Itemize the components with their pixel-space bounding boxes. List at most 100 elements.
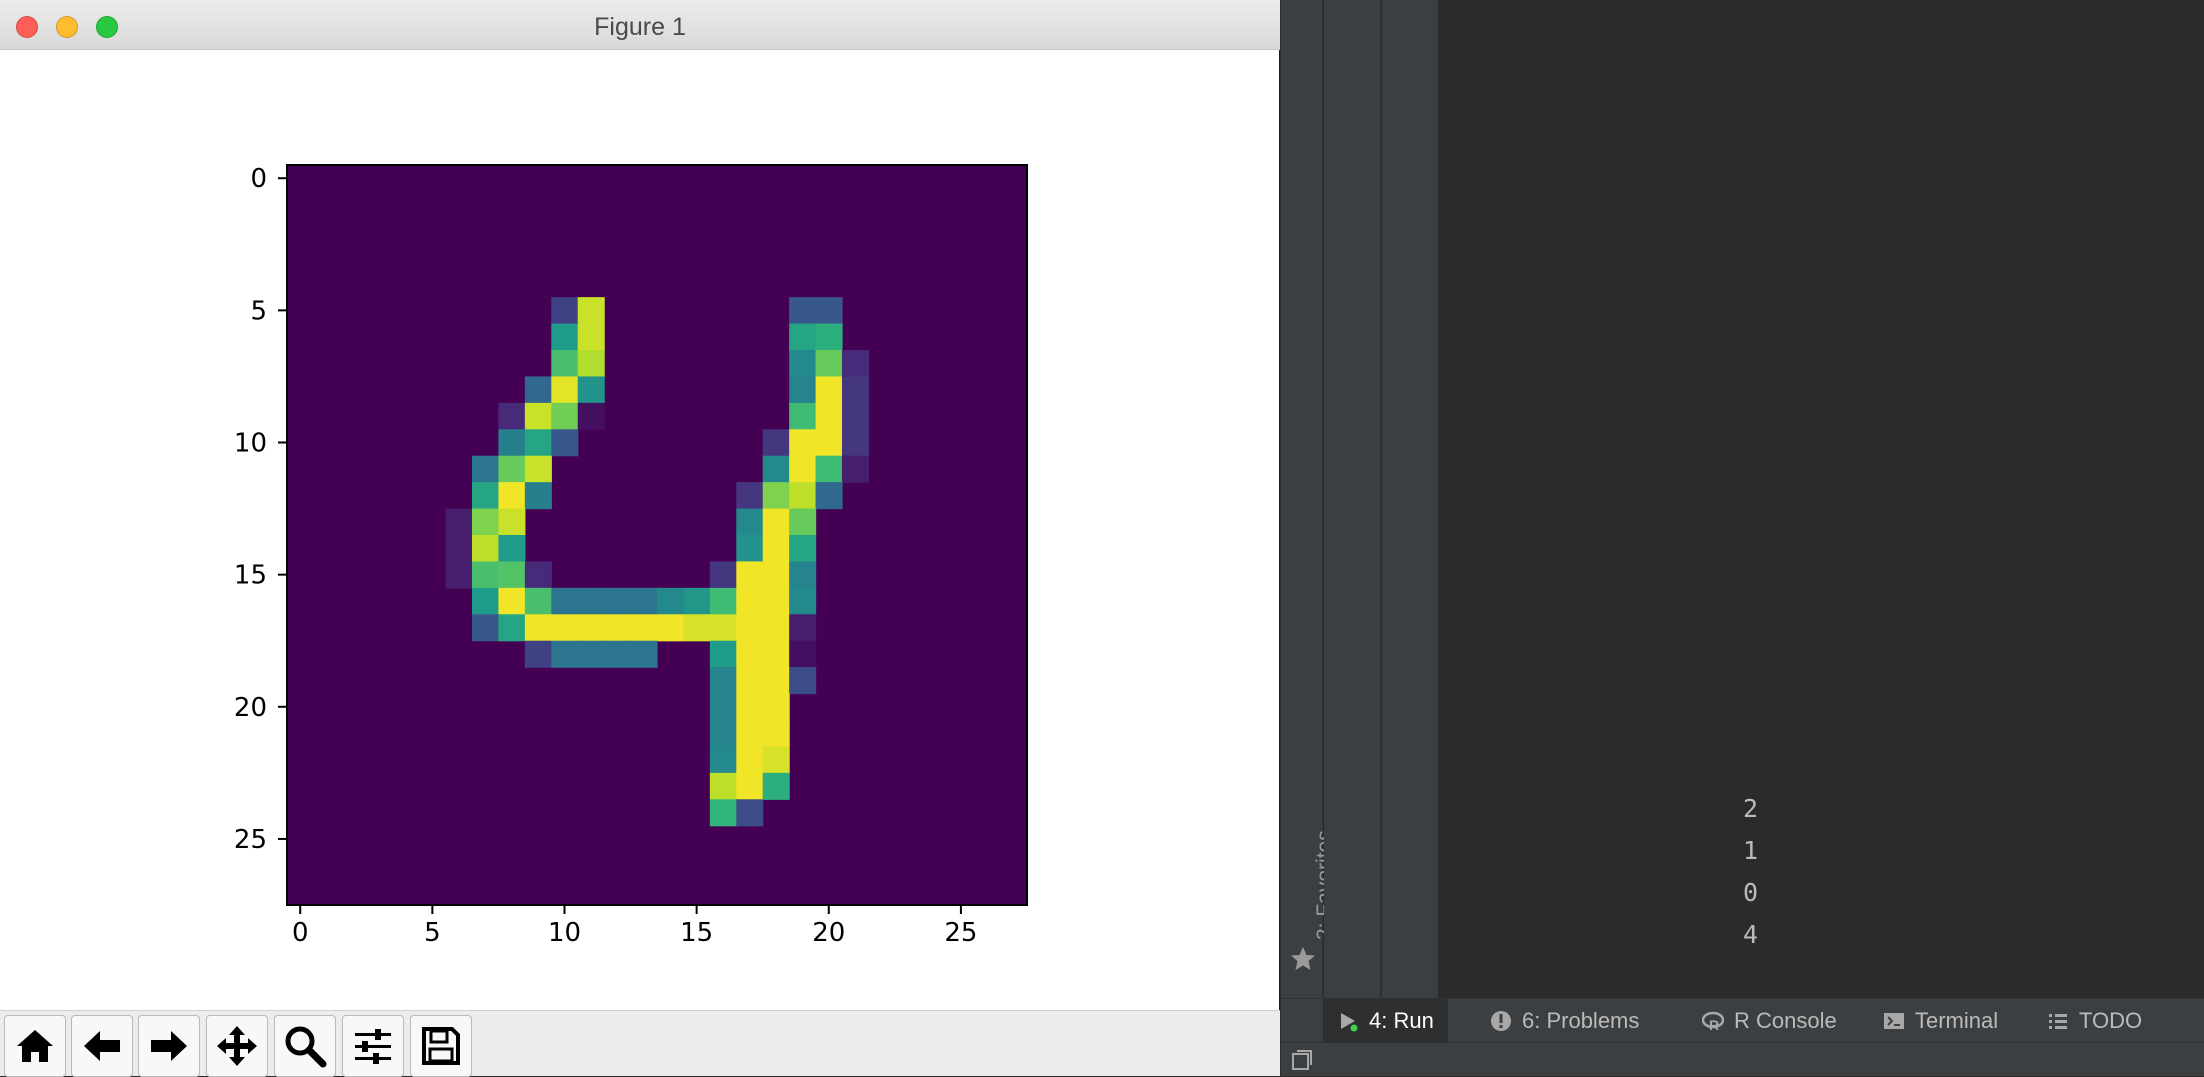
home-button[interactable] <box>4 1015 66 1077</box>
x-tick-label: 10 <box>548 918 581 948</box>
heatmap-cell <box>498 429 526 457</box>
heatmap-cell <box>498 614 526 642</box>
heatmap-cell <box>815 429 843 457</box>
heatmap-cell <box>789 561 817 589</box>
heatmap-cell <box>524 402 552 430</box>
heatmap-cell <box>524 429 552 457</box>
heatmap-cell <box>524 614 552 642</box>
heatmap-cell <box>842 350 870 378</box>
heatmap-cell <box>789 376 817 404</box>
heatmap-cell <box>842 429 870 457</box>
heatmap-cell <box>498 535 526 563</box>
heatmap-cell <box>683 587 711 615</box>
heatmap-cells <box>287 165 1027 905</box>
heatmap-cell <box>551 350 579 378</box>
pan-button[interactable] <box>206 1015 268 1077</box>
heatmap-cell <box>577 402 605 430</box>
heatmap-cell <box>709 614 737 642</box>
console-line: 0 <box>1743 878 1759 907</box>
heatmap-cell <box>472 614 500 642</box>
heatmap-cell <box>762 535 790 563</box>
heatmap-cell <box>789 482 817 510</box>
home-icon <box>17 1030 53 1062</box>
heatmap-cell <box>604 587 632 615</box>
heatmap-cell <box>736 772 764 800</box>
heatmap-cell <box>683 614 711 642</box>
run-toolbar-stripe <box>1324 0 1381 998</box>
heatmap-cell <box>524 482 552 510</box>
heatmap-cell <box>551 614 579 642</box>
tab-run-label: 4: Run <box>1369 1008 1434 1033</box>
heatmap-cell <box>789 323 817 351</box>
heatmap-cell <box>472 482 500 510</box>
heatmap-cell <box>577 323 605 351</box>
heatmap-cell <box>472 561 500 589</box>
y-tick-label: 15 <box>234 561 267 591</box>
tab-r-console-label: R Console <box>1734 1008 1837 1033</box>
heatmap-cell <box>577 587 605 615</box>
heatmap-cell <box>498 587 526 615</box>
heatmap-cell <box>736 799 764 827</box>
heatmap-cell <box>789 667 817 695</box>
tab-problems[interactable]: 6: Problems <box>1476 999 1653 1043</box>
heatmap-cell <box>630 587 658 615</box>
heatmap-cell <box>815 402 843 430</box>
heatmap-cell <box>762 482 790 510</box>
heatmap-cell <box>524 455 552 483</box>
heatmap-cell <box>709 799 737 827</box>
back-button[interactable] <box>71 1015 133 1077</box>
heatmap-cell <box>789 402 817 430</box>
heatmap-cell <box>445 561 473 589</box>
console-line: 4 <box>1743 920 1759 949</box>
heatmap-cell <box>524 587 552 615</box>
heatmap-cell <box>762 561 790 589</box>
run-actions-stripe <box>1382 0 1522 998</box>
heatmap-cell <box>472 508 500 536</box>
heatmap-cell <box>445 535 473 563</box>
y-axis: 0 5 10 15 20 25 <box>234 164 287 855</box>
y-tick-label: 25 <box>234 825 267 855</box>
save-button[interactable] <box>410 1015 472 1077</box>
window-titlebar: Figure 1 <box>0 0 1280 50</box>
tab-todo[interactable]: TODO <box>2033 999 2156 1043</box>
heatmap-cell <box>709 561 737 589</box>
heatmap-cell <box>551 323 579 351</box>
x-tick-label: 5 <box>424 918 441 948</box>
heatmap-cell <box>762 508 790 536</box>
forward-button[interactable] <box>138 1015 200 1077</box>
heatmap-cell <box>736 614 764 642</box>
tool-windows-toggle-icon[interactable] <box>1291 1049 1313 1071</box>
heatmap-cell <box>524 561 552 589</box>
heatmap-cell <box>789 587 817 615</box>
todo-list-icon <box>2049 1014 2067 1029</box>
heatmap-cell <box>736 720 764 748</box>
heatmap-cell <box>762 429 790 457</box>
heatmap-cell <box>815 376 843 404</box>
heatmap-cell <box>657 614 685 642</box>
heatmap-cell <box>789 350 817 378</box>
ide-run-panel: 2: Favorites 2 1 0 4 4: Run 6 <box>1281 0 2204 1076</box>
configure-subplots-button[interactable] <box>342 1015 404 1077</box>
heatmap-cell <box>736 561 764 589</box>
tab-terminal[interactable]: Terminal <box>1869 999 2012 1043</box>
heatmap-cell <box>815 455 843 483</box>
heatmap-cell <box>736 587 764 615</box>
window-title: Figure 1 <box>594 13 686 41</box>
heatmap-cell <box>736 508 764 536</box>
heatmap-cell <box>762 640 790 668</box>
favorites-tool-window-button[interactable]: 2: Favorites <box>1283 810 1336 990</box>
status-bar <box>1281 1042 2204 1076</box>
console-line: 1 <box>1743 836 1759 865</box>
run-console-output[interactable]: 2 1 0 4 <box>1439 0 2204 998</box>
tab-r-console[interactable]: R R Console <box>1688 999 1851 1043</box>
heatmap-cell <box>736 640 764 668</box>
tab-run[interactable]: 4: Run <box>1323 999 1448 1043</box>
heatmap-cell <box>604 640 632 668</box>
heatmap-cell <box>551 402 579 430</box>
heatmap-cell <box>551 376 579 404</box>
heatmap-cell <box>789 508 817 536</box>
heatmap-cell <box>815 323 843 351</box>
plot-area: 0 5 10 15 20 25 0 5 10 15 20 25 <box>0 50 1280 1010</box>
heatmap-cell <box>842 402 870 430</box>
zoom-button[interactable] <box>274 1015 336 1077</box>
